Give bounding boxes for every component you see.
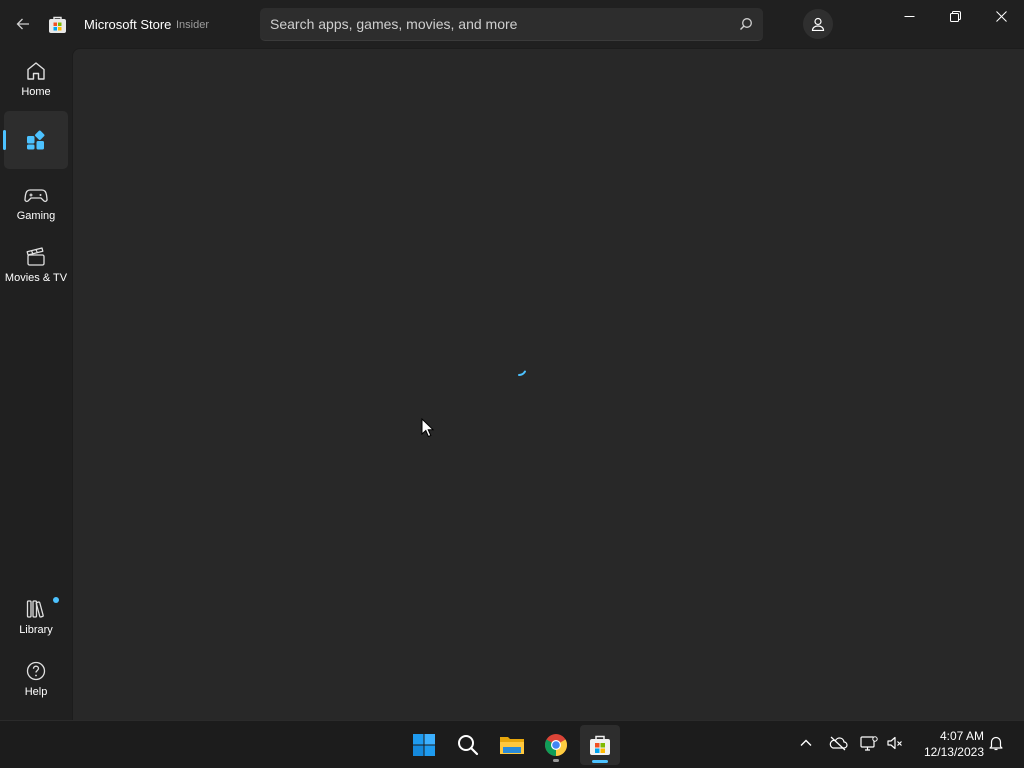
windows-logo-icon [413, 734, 435, 756]
mouse-cursor-icon [421, 418, 435, 438]
home-icon [27, 62, 45, 80]
nav-item-library[interactable]: Library [4, 588, 68, 646]
chrome-button[interactable] [536, 725, 576, 765]
account-button[interactable] [803, 9, 833, 39]
network-tray-button[interactable] [859, 733, 879, 753]
clapperboard-icon [26, 247, 45, 266]
library-icon [26, 600, 44, 618]
nav-label-movies-tv: Movies & TV [4, 272, 68, 284]
volume-tray-button[interactable] [885, 733, 905, 753]
person-icon [811, 17, 825, 31]
chrome-icon [545, 734, 567, 756]
notifications-button[interactable] [986, 733, 1006, 753]
volume-muted-icon [887, 736, 902, 750]
restore-button[interactable] [932, 0, 978, 32]
taskbar-clock[interactable]: 4:07 AM 12/13/2023 [912, 728, 984, 760]
library-notification-dot [53, 597, 59, 603]
search-input[interactable] [270, 8, 720, 40]
close-button[interactable] [978, 0, 1024, 32]
clock-time: 4:07 AM [939, 729, 984, 743]
selection-indicator [3, 130, 6, 150]
file-explorer-button[interactable] [492, 725, 532, 765]
nav-label-gaming: Gaming [16, 210, 56, 222]
running-indicator [553, 759, 559, 762]
side-navigation: Home Gaming Movies & TV Library Help [0, 48, 72, 720]
gamepad-icon [24, 189, 48, 203]
taskbar-search-button[interactable] [448, 725, 488, 765]
microsoft-store-icon [590, 735, 610, 755]
title-bar: Microsoft Store Insider [0, 0, 1024, 48]
close-icon [995, 10, 1007, 22]
nav-label-home: Home [21, 86, 51, 98]
minimize-icon [904, 15, 914, 17]
nav-item-home[interactable]: Home [4, 50, 68, 108]
minimize-button[interactable] [886, 0, 932, 32]
app-title: Microsoft Store [84, 17, 172, 32]
active-app-indicator [592, 760, 608, 763]
network-icon [860, 736, 878, 751]
clock-date: 12/13/2023 [923, 745, 984, 759]
nav-label-library: Library [19, 624, 53, 636]
apps-icon [27, 130, 45, 150]
search-box[interactable] [260, 8, 763, 41]
insider-badge: Insider [176, 19, 210, 31]
loading-spinner [518, 370, 526, 376]
microsoft-store-button[interactable] [580, 725, 620, 765]
bell-icon [989, 736, 1003, 751]
nav-label-help: Help [24, 686, 48, 698]
main-content [72, 48, 1024, 720]
nav-item-help[interactable]: Help [4, 650, 68, 708]
search-icon [458, 735, 479, 756]
show-hidden-icons-button[interactable] [796, 733, 816, 753]
microsoft-store-logo [49, 16, 66, 33]
folder-icon [500, 737, 524, 754]
onedrive-tray-button[interactable] [828, 733, 848, 753]
chevron-up-icon [800, 739, 812, 746]
start-button[interactable] [404, 725, 444, 765]
back-arrow-icon [16, 18, 29, 30]
help-icon [26, 661, 46, 681]
search-icon[interactable] [739, 17, 753, 31]
back-button[interactable] [8, 10, 38, 38]
nav-item-movies-tv[interactable]: Movies & TV [4, 236, 68, 294]
restore-icon [949, 10, 961, 22]
taskbar: 4:07 AM 12/13/2023 [0, 720, 1024, 768]
nav-item-gaming[interactable]: Gaming [4, 174, 68, 232]
onedrive-offline-icon [829, 736, 848, 751]
nav-item-apps[interactable] [3, 111, 68, 169]
